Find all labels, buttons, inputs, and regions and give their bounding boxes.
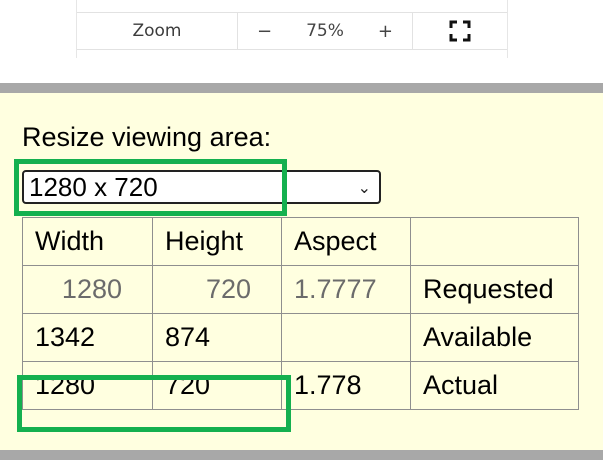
table-header-row: Width Height Aspect xyxy=(22,217,579,266)
fullscreen-button[interactable] xyxy=(413,13,507,49)
table-row-actual: 1280 720 1.778 Actual xyxy=(22,361,579,410)
zoom-controls: − 75% + xyxy=(238,13,413,49)
header-width: Width xyxy=(22,217,153,266)
zoom-row: Zoom − 75% + xyxy=(77,12,507,50)
row-label-actual: Actual xyxy=(410,361,579,410)
row-label-available: Available xyxy=(410,313,579,362)
zoom-in-button[interactable]: + xyxy=(374,21,397,42)
requested-width-input[interactable]: 1280 xyxy=(22,265,153,314)
chevron-down-icon: ⌄ xyxy=(357,180,371,197)
table-row-available: 1342 874 Available xyxy=(22,313,579,362)
divider-bar-bottom xyxy=(0,450,603,460)
fullscreen-icon xyxy=(449,20,471,42)
actual-height: 720 xyxy=(152,361,282,410)
panel-title: Resize viewing area: xyxy=(22,122,272,152)
available-height: 874 xyxy=(152,313,282,362)
dimensions-table: Width Height Aspect 1280 720 1.7777 Requ… xyxy=(22,217,579,410)
divider-bar xyxy=(0,83,603,93)
zoom-label: Zoom xyxy=(77,13,238,49)
header-blank xyxy=(410,217,579,266)
actual-width: 1280 xyxy=(22,361,153,410)
header-height: Height xyxy=(152,217,282,266)
zoom-value: 75% xyxy=(306,21,344,41)
actual-aspect: 1.778 xyxy=(281,361,411,410)
viewport-size-value: 1280 x 720 xyxy=(29,171,158,202)
table-row-requested: 1280 720 1.7777 Requested xyxy=(22,265,579,314)
requested-height-input[interactable]: 720 xyxy=(152,265,282,314)
header-aspect: Aspect xyxy=(281,217,411,266)
resize-panel: Resize viewing area: 1280 x 720 ⌄ Width … xyxy=(0,93,603,450)
zoom-out-button[interactable]: − xyxy=(253,21,276,42)
available-aspect xyxy=(281,313,411,362)
zoom-panel: Zoom − 75% + xyxy=(76,0,508,58)
viewport-size-select[interactable]: 1280 x 720 ⌄ xyxy=(22,170,381,204)
available-width: 1342 xyxy=(22,313,153,362)
row-label-requested: Requested xyxy=(410,265,579,314)
requested-aspect-input[interactable]: 1.7777 xyxy=(281,265,411,314)
